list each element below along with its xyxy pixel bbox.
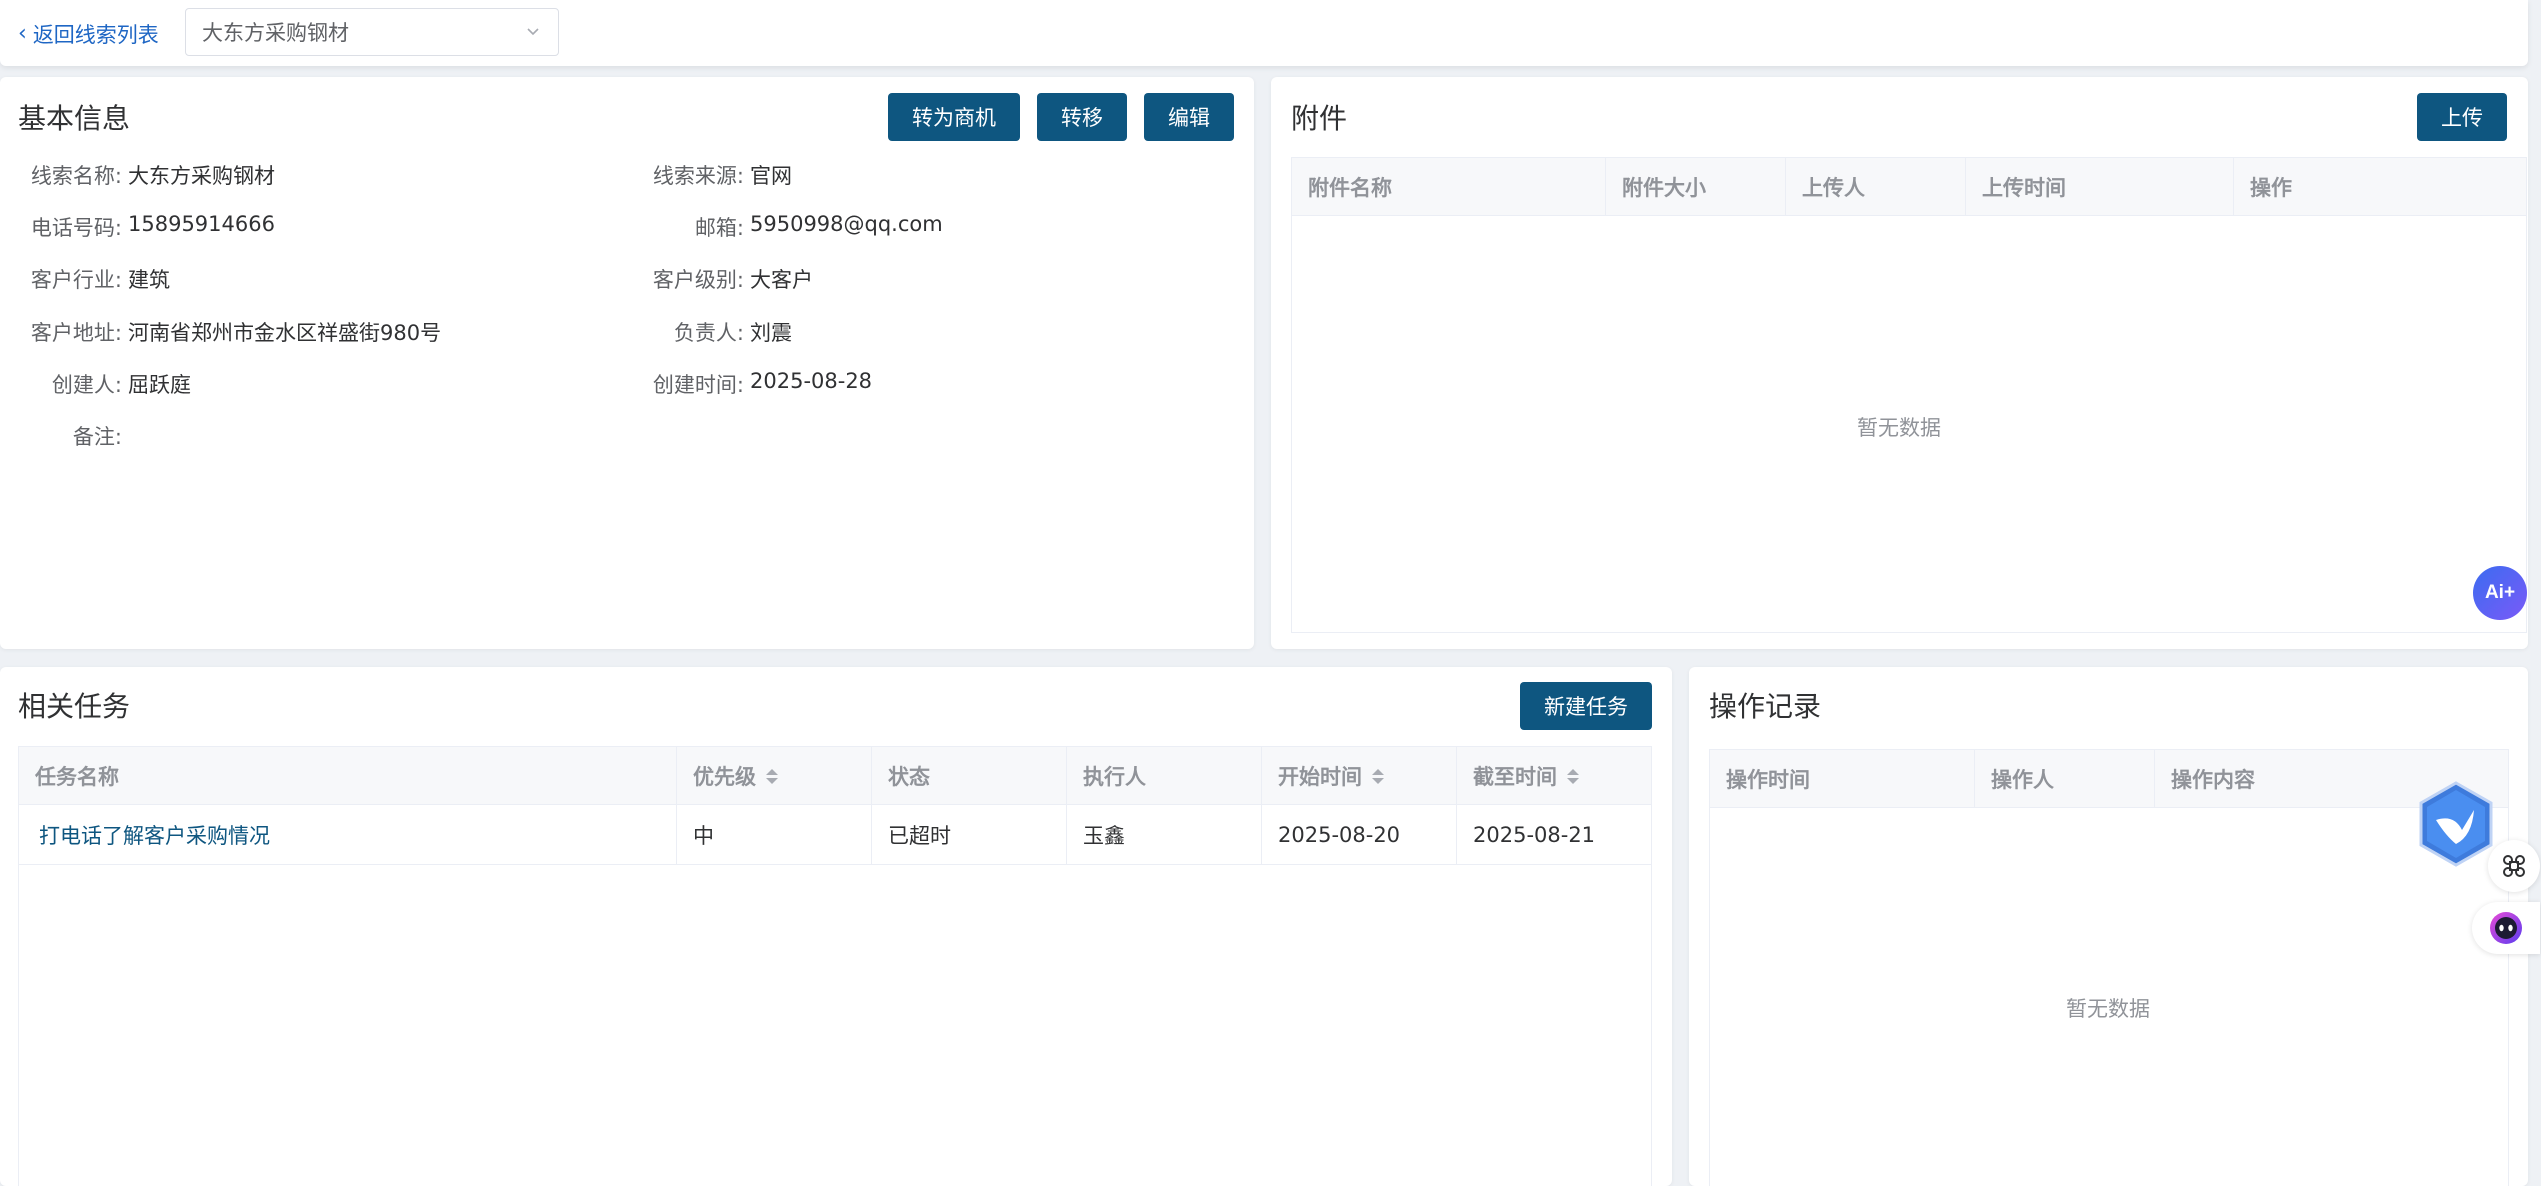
edit-button[interactable]: 编辑 (1144, 93, 1234, 141)
field-remark: 备注: (72, 425, 122, 449)
bird-assistant-icon[interactable] (2416, 780, 2496, 868)
col-upload-time: 上传时间 (1966, 158, 2234, 216)
basic-info-title: 基本信息 (18, 102, 131, 135)
field-lead-name: 线索名称: 大东方采购钢材 (30, 164, 275, 188)
col-end-time[interactable]: 截至时间 (1457, 747, 1651, 805)
new-task-button[interactable]: 新建任务 (1520, 682, 1652, 730)
sort-icon[interactable] (766, 768, 778, 784)
upload-button[interactable]: 上传 (2417, 93, 2507, 141)
chevron-left-icon: ‹ (18, 21, 27, 46)
tasks-table-header: 任务名称 优先级 状态 执行人 开始时间 截至时间 (19, 747, 1651, 805)
attachments-table: 附件名称 附件大小 上传人 上传时间 操作 暂无数据 (1291, 157, 2527, 633)
top-bar: ‹ 返回线索列表 大东方采购钢材 (0, 0, 2528, 66)
col-start-time[interactable]: 开始时间 (1262, 747, 1457, 805)
attachments-card: 附件 上传 附件名称 附件大小 上传人 上传时间 操作 暂无数据 (1271, 77, 2528, 649)
lead-select-value: 大东方采购钢材 (202, 21, 349, 45)
ai-assistant-button[interactable]: Ai+ (2473, 566, 2527, 620)
attachments-title: 附件 (1291, 102, 1348, 135)
operation-log-table-header: 操作时间 操作人 操作内容 (1710, 750, 2508, 808)
attachments-table-header: 附件名称 附件大小 上传人 上传时间 操作 (1292, 158, 2526, 216)
bird-logo-icon (2419, 781, 2493, 867)
field-customer-level: 客户级别: 大客户 (652, 268, 813, 292)
col-attachment-size: 附件大小 (1606, 158, 1786, 216)
related-tasks-title: 相关任务 (18, 690, 131, 723)
col-operator: 操作人 (1975, 750, 2155, 808)
operation-log-title: 操作记录 (1709, 690, 1822, 723)
convert-to-opportunity-button[interactable]: 转为商机 (888, 93, 1020, 141)
col-assignee: 执行人 (1067, 747, 1262, 805)
back-link-label: 返回线索列表 (32, 23, 159, 47)
col-attachment-name: 附件名称 (1292, 158, 1606, 216)
transfer-button[interactable]: 转移 (1037, 93, 1127, 141)
field-owner: 负责人: 刘震 (673, 321, 792, 345)
col-uploader: 上传人 (1786, 158, 1966, 216)
field-phone: 电话号码: 15895914666 (30, 212, 275, 240)
field-email: 邮箱: 5950998@qq.com (694, 212, 943, 240)
task-start-time: 2025-08-20 (1262, 805, 1457, 865)
col-status: 状态 (872, 747, 1067, 805)
command-icon (2503, 855, 2525, 877)
sort-icon[interactable] (1372, 768, 1384, 784)
related-tasks-card: 相关任务 新建任务 任务名称 优先级 状态 执行人 开始时间 截至时间 打电话了… (0, 667, 1672, 1186)
basic-info-card: 基本信息 转为商机 转移 编辑 线索名称: 大东方采购钢材 电话号码: 1589… (0, 77, 1254, 649)
task-assignee: 玉鑫 (1067, 805, 1262, 865)
attachments-empty-text: 暂无数据 (1857, 416, 1941, 440)
col-actions: 操作 (2250, 176, 2292, 200)
col-task-name: 任务名称 (19, 747, 677, 805)
operation-log-empty-text: 暂无数据 (2066, 997, 2150, 1021)
operation-log-table: 操作时间 操作人 操作内容 暂无数据 (1709, 749, 2509, 1186)
field-lead-source: 线索来源: 官网 (652, 164, 792, 188)
chatbot-button[interactable] (2472, 902, 2540, 954)
task-priority: 中 (677, 805, 872, 865)
col-operation-time: 操作时间 (1710, 750, 1975, 808)
field-address: 客户地址: 河南省郑州市金水区祥盛街980号 (30, 321, 442, 345)
ai-assistant-label: Ai+ (2484, 582, 2516, 603)
lead-select[interactable]: 大东方采购钢材 (185, 8, 559, 56)
back-to-lead-list-link[interactable]: ‹ 返回线索列表 (18, 19, 159, 49)
robot-face-icon (2490, 912, 2522, 944)
sort-icon[interactable] (1567, 768, 1579, 784)
operation-log-card: 操作记录 操作时间 操作人 操作内容 暂无数据 (1689, 667, 2528, 1186)
task-end-time: 2025-08-21 (1457, 805, 1651, 865)
field-created-time: 创建时间: 2025-08-28 (652, 369, 873, 397)
task-status: 已超时 (872, 805, 1067, 865)
apps-grid-button[interactable] (2488, 840, 2540, 892)
chevron-down-icon (527, 28, 539, 36)
task-name-link[interactable]: 打电话了解客户采购情况 (19, 805, 677, 865)
col-priority[interactable]: 优先级 (677, 747, 872, 805)
tasks-table: 任务名称 优先级 状态 执行人 开始时间 截至时间 打电话了解客户采购情况 中 … (18, 746, 1652, 1186)
field-creator: 创建人: 屈跃庭 (51, 373, 191, 397)
field-industry: 客户行业: 建筑 (30, 268, 170, 292)
